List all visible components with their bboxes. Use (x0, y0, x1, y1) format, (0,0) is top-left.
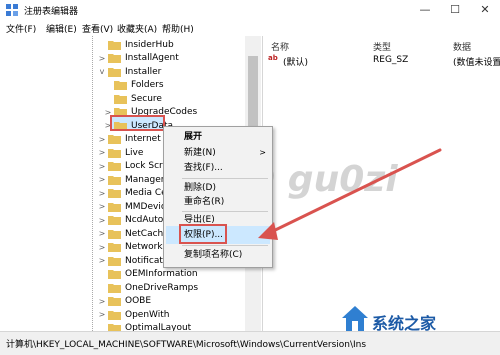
expand-chevron-icon[interactable]: > (98, 54, 106, 63)
expand-chevron-icon[interactable]: > (98, 162, 106, 171)
tree-item[interactable]: Secure (104, 92, 162, 105)
permissions-annotation-box (179, 224, 227, 244)
menu-view[interactable]: 查看(V) (82, 22, 113, 35)
ctx-separator (182, 245, 268, 246)
folder-icon (108, 229, 121, 239)
submenu-arrow-icon: > (259, 148, 266, 157)
ctx-new[interactable]: 新建(N) > (164, 145, 272, 161)
tree-guide-line (92, 36, 93, 331)
expand-chevron-icon[interactable]: > (98, 256, 106, 265)
tree-item-label: OneDriveRamps (125, 282, 199, 293)
tree-item-label: Folders (131, 80, 164, 90)
menu-help[interactable]: 帮助(H) (162, 22, 194, 35)
userdata-annotation-box (110, 115, 165, 131)
folder-icon (108, 256, 121, 266)
context-menu: 展开 新建(N) > 查找(F)... 删除(D) 重命名(R) 导出(E) 权限… (163, 126, 273, 268)
tree-item-label: Installer (125, 66, 162, 77)
maximize-button[interactable]: ☐ (440, 0, 470, 20)
expand-chevron-icon[interactable]: > (98, 229, 106, 238)
tree-item[interactable]: > NetCache (98, 227, 169, 240)
folder-icon (114, 80, 127, 90)
tree-item-label: OEMInformation (125, 269, 198, 279)
folder-icon (108, 283, 121, 293)
value-type: REG_SZ (373, 55, 409, 65)
ctx-copy-key-name[interactable]: 复制项名称(C) (164, 247, 272, 263)
key-path: 计算机\HKEY_LOCAL_MACHINE\SOFTWARE\Microsof… (6, 340, 367, 350)
menu-favorites[interactable]: 收藏夹(A) (117, 22, 157, 35)
tree-item-label: InsiderHub (125, 39, 174, 50)
folder-icon (108, 202, 121, 212)
column-header-type[interactable]: 类型 (373, 40, 391, 53)
expand-chevron-icon[interactable]: > (98, 189, 106, 198)
expand-chevron-icon[interactable]: > (98, 310, 106, 319)
value-name[interactable]: (默认) (283, 55, 308, 68)
value-data: (数值未设置) (453, 58, 500, 68)
site-logo: 系统之家 (338, 298, 498, 348)
tree-item-label: Secure (131, 93, 162, 104)
folder-icon (108, 296, 121, 306)
menu-edit[interactable]: 编辑(E) (46, 22, 77, 35)
expand-chevron-icon[interactable]: v (98, 67, 106, 76)
tree-item-label: OpenWith (125, 309, 170, 320)
menu-file[interactable]: 文件(F) (6, 22, 36, 35)
expand-chevron-icon[interactable]: > (98, 148, 106, 157)
ctx-find[interactable]: 查找(F)... (164, 160, 272, 176)
title-bar: 注册表编辑器 — ☐ ✕ (0, 0, 500, 21)
minimize-button[interactable]: — (410, 0, 440, 20)
folder-icon (108, 215, 121, 225)
expand-chevron-icon[interactable]: > (98, 175, 106, 184)
folder-icon (108, 175, 121, 185)
ctx-rename[interactable]: 重命名(R) (164, 194, 272, 210)
tree-item[interactable]: v Installer (98, 65, 161, 78)
menu-bar: 文件(F) 编辑(E) 查看(V) 收藏夹(A) 帮助(H) (0, 20, 500, 36)
expand-chevron-icon[interactable]: > (98, 297, 106, 306)
logo-text: 系统之家 (372, 314, 437, 333)
folder-icon (108, 53, 121, 63)
tree-item[interactable]: OEMInformation (98, 268, 198, 281)
folder-icon (108, 148, 121, 158)
expand-chevron-icon[interactable]: > (98, 202, 106, 211)
folder-icon (108, 40, 121, 50)
tree-item[interactable]: > InstallAgent (98, 52, 179, 65)
column-header-name[interactable]: 名称 (271, 40, 289, 53)
string-value-icon: ab (268, 54, 278, 62)
ctx-expand[interactable]: 展开 (164, 129, 272, 145)
expand-chevron-icon[interactable]: > (98, 135, 106, 144)
tree-item-label: Live (125, 147, 144, 158)
folder-icon (114, 94, 127, 104)
tree-item[interactable]: OneDriveRamps (98, 281, 198, 294)
folder-icon (108, 242, 121, 252)
tree-item[interactable]: > Live (98, 146, 143, 159)
tree-item[interactable]: Folders (104, 79, 164, 92)
folder-icon (108, 310, 121, 320)
folder-icon (108, 188, 121, 198)
folder-icon (108, 269, 121, 279)
ctx-separator (182, 178, 268, 179)
house-icon (342, 306, 368, 331)
tree-item-label: InstallAgent (125, 53, 179, 63)
folder-icon (108, 161, 121, 171)
folder-icon (108, 67, 121, 77)
folder-icon (108, 134, 121, 144)
registry-editor-icon (6, 4, 18, 16)
expand-chevron-icon[interactable]: > (98, 216, 106, 225)
tree-item[interactable]: > OpenWith (98, 308, 169, 321)
close-button[interactable]: ✕ (470, 0, 500, 20)
tree-item-label: OOBE (125, 296, 152, 306)
tree-item[interactable]: InsiderHub (98, 38, 174, 51)
tree-item[interactable]: > OOBE (98, 295, 151, 308)
expand-chevron-icon[interactable]: > (98, 243, 106, 252)
window-title: 注册表编辑器 (24, 7, 79, 17)
column-header-data[interactable]: 数据 (453, 40, 471, 53)
